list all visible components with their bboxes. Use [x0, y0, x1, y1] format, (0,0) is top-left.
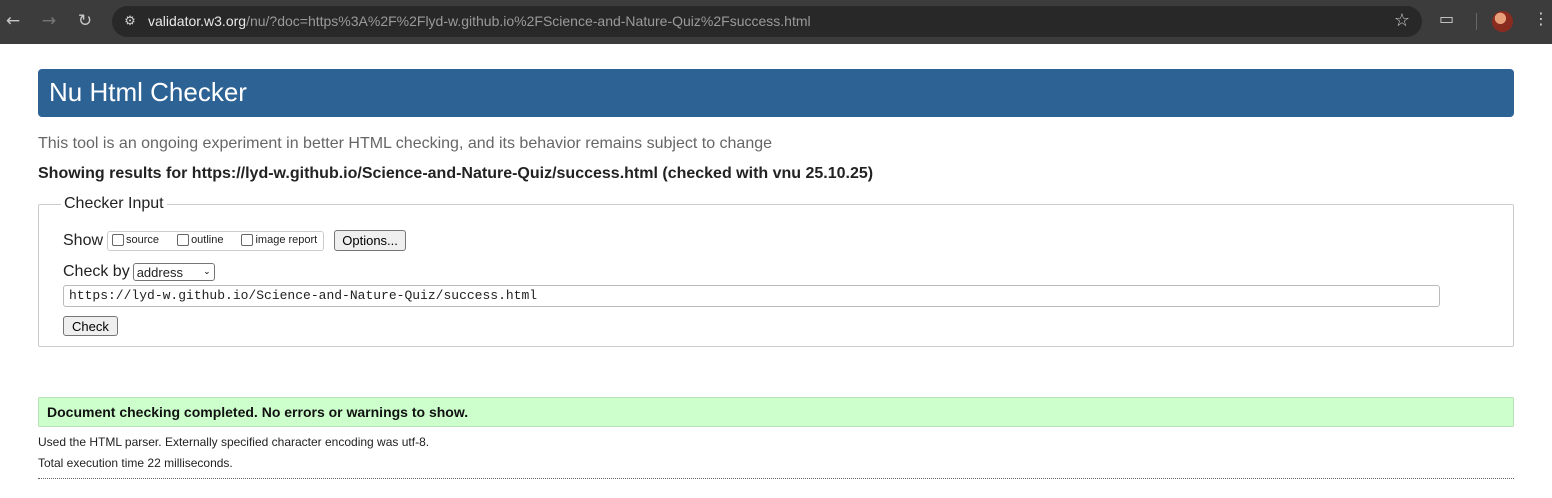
checker-input-fieldset: Checker Input Show source outline image … [38, 195, 1514, 347]
back-arrow-icon[interactable]: ← [2, 10, 24, 32]
experiment-notice: This tool is an ongoing experiment in be… [38, 135, 773, 152]
show-options-group: source outline image report [107, 230, 325, 251]
parser-info: Used the HTML parser. Externally specifi… [38, 435, 430, 449]
forward-arrow-icon[interactable]: → [38, 10, 60, 32]
address-bar[interactable]: ⚙ validator.w3.org/nu/?doc=https%3A%2F%2… [112, 6, 1422, 37]
address-bar-url[interactable]: validator.w3.org/nu/?doc=https%3A%2F%2Fl… [148, 13, 811, 29]
show-label: Show [63, 231, 104, 249]
address-input[interactable]: https://lyd-w.github.io/Science-and-Natu… [63, 285, 1440, 307]
show-source-option[interactable]: source [112, 234, 159, 246]
check-by-label: Check by [63, 263, 130, 280]
menu-dots-icon[interactable]: ⋮ [1533, 9, 1549, 28]
reload-icon[interactable]: ↻ [74, 10, 96, 32]
star-icon[interactable]: ☆ [1394, 10, 1410, 31]
outline-checkbox[interactable] [177, 234, 190, 246]
page-content: Nu Html Checker This tool is an ongoing … [38, 69, 1514, 479]
search-tab-icon[interactable]: ▭ [1439, 9, 1454, 28]
check-by-select[interactable]: address ⌄ [132, 263, 215, 281]
show-outline-option[interactable]: outline [177, 234, 223, 246]
checker-input-legend: Checker Input [64, 195, 164, 212]
check-by-row: Check by address ⌄ [63, 263, 1489, 281]
check-by-selected-value: address [136, 264, 183, 280]
check-button[interactable]: Check [63, 316, 118, 336]
page-title: Nu Html Checker [38, 69, 1514, 117]
success-message: Document checking completed. No errors o… [38, 397, 1514, 427]
execution-time: Total execution time 22 milliseconds. [38, 456, 233, 470]
image-report-checkbox[interactable] [241, 234, 254, 246]
browser-toolbar: ← → ↻ ⚙ validator.w3.org/nu/?doc=https%3… [0, 0, 1552, 44]
results-for-heading: Showing results for https://lyd-w.github… [38, 165, 874, 182]
profile-avatar[interactable] [1492, 11, 1513, 32]
toolbar-divider [1476, 13, 1477, 30]
chevron-down-icon: ⌄ [203, 267, 211, 277]
divider [38, 478, 1514, 479]
show-image-report-option[interactable]: image report [241, 234, 317, 246]
site-info-icon[interactable]: ⚙ [120, 11, 140, 31]
show-options-row: Show source outline image report Options… [63, 230, 1489, 251]
source-checkbox[interactable] [112, 234, 125, 246]
options-button[interactable]: Options... [334, 230, 406, 251]
